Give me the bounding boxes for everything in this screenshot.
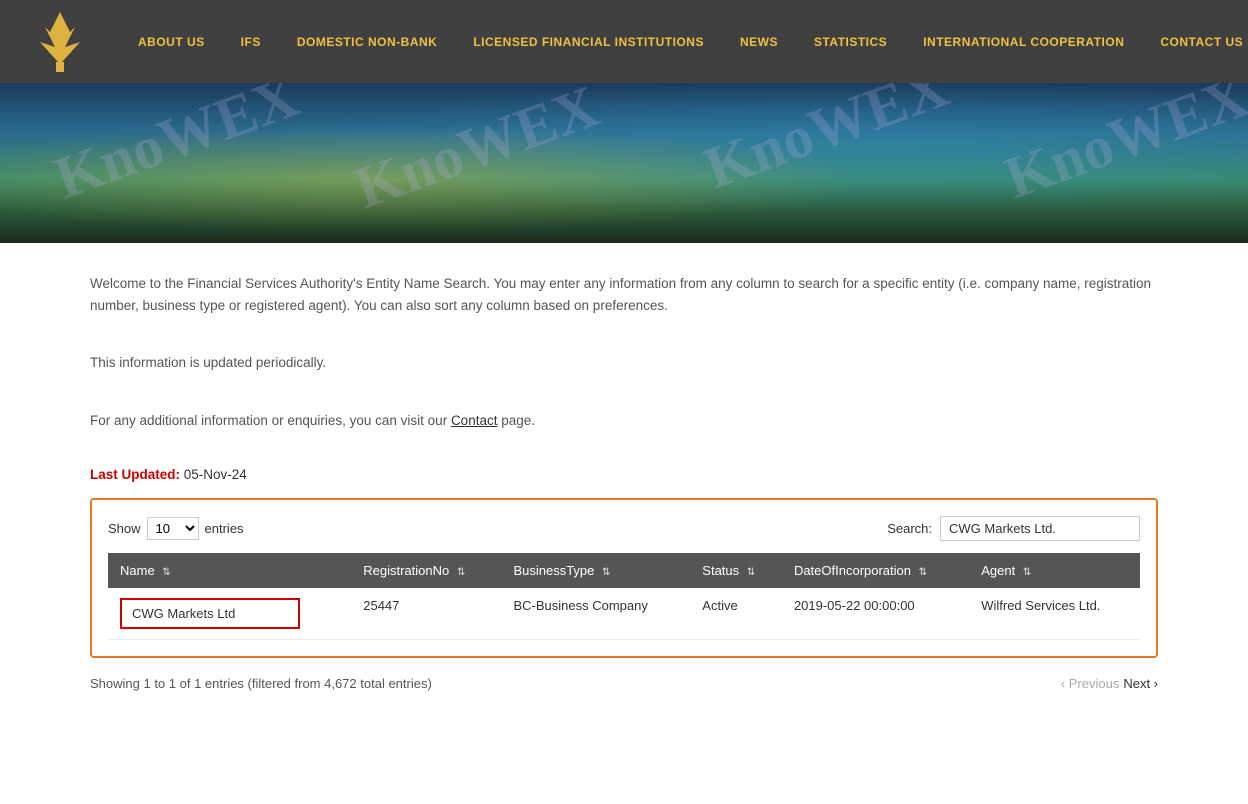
nav-item-ifs[interactable]: IFS xyxy=(223,0,279,83)
pagination-links: ‹ Previous Next › xyxy=(1061,676,1158,691)
site-logo[interactable] xyxy=(20,7,100,77)
col-header-agent[interactable]: Agent ⇅ xyxy=(969,553,1140,588)
sort-icon: ⇅ xyxy=(602,567,610,578)
previous-button[interactable]: ‹ Previous xyxy=(1061,676,1120,691)
cell-name: CWG Markets Ltd xyxy=(108,588,351,640)
sort-icon: ⇅ xyxy=(162,567,170,578)
nav-item-news[interactable]: NEWS xyxy=(722,0,796,83)
cell-agent: Wilfred Services Ltd. xyxy=(969,588,1140,640)
sort-icon: ⇅ xyxy=(747,567,755,578)
data-table-container: Show 102550100 entries Search: Name ⇅Reg… xyxy=(90,498,1158,658)
last-updated-label: Last Updated: xyxy=(90,467,180,482)
navbar: ABOUT USIFSDOMESTIC NON-BANKLICENSED FIN… xyxy=(0,0,1248,83)
nav-item-about-us[interactable]: ABOUT US xyxy=(120,0,223,83)
entries-label: entries xyxy=(205,521,244,536)
show-entries-control: Show 102550100 entries xyxy=(108,517,244,540)
cell-registration-no: 25447 xyxy=(351,588,501,640)
last-updated-row: Last Updated: 05-Nov-24 xyxy=(90,467,1158,482)
nav-item-intl-cooperation[interactable]: INTERNATIONAL COOPERATION xyxy=(905,0,1142,83)
pagination-row: Showing 1 to 1 of 1 entries (filtered fr… xyxy=(90,668,1158,691)
last-updated-date: 05-Nov-24 xyxy=(184,467,247,482)
nav-item-licensed-fi[interactable]: LICENSED FINANCIAL INSTITUTIONS xyxy=(455,0,722,83)
col-header-dateofincorporation[interactable]: DateOfIncorporation ⇅ xyxy=(782,553,969,588)
cell-business-type: BC-Business Company xyxy=(501,588,690,640)
show-label: Show xyxy=(108,521,141,536)
table-header: Name ⇅RegistrationNo ⇅BusinessType ⇅Stat… xyxy=(108,553,1140,588)
col-header-businesstype[interactable]: BusinessType ⇅ xyxy=(501,553,690,588)
nav-item-domestic-non-bank[interactable]: DOMESTIC NON-BANK xyxy=(279,0,456,83)
col-header-status[interactable]: Status ⇅ xyxy=(690,553,782,588)
entries-per-page-select[interactable]: 102550100 xyxy=(147,517,199,540)
col-header-registrationno[interactable]: RegistrationNo ⇅ xyxy=(351,553,501,588)
contact-link[interactable]: Contact xyxy=(451,413,498,428)
cell-date: 2019-05-22 00:00:00 xyxy=(782,588,969,640)
sort-icon: ⇅ xyxy=(457,567,465,578)
intro-p3-prefix: For any additional information or enquir… xyxy=(90,413,451,428)
search-input[interactable] xyxy=(940,516,1140,541)
sort-icon: ⇅ xyxy=(919,567,927,578)
cell-status: Active xyxy=(690,588,782,640)
table-body: CWG Markets Ltd 25447BC-Business CompanyA… xyxy=(108,588,1140,640)
intro-paragraph-3: For any additional information or enquir… xyxy=(90,410,1158,432)
pagination-info: Showing 1 to 1 of 1 entries (filtered fr… xyxy=(90,676,432,691)
table-controls: Show 102550100 entries Search: xyxy=(108,516,1140,541)
search-label: Search: xyxy=(887,521,932,536)
hero-overlay xyxy=(0,83,1248,243)
search-control: Search: xyxy=(887,516,1140,541)
hero-banner: KnoWEX KnoWEX KnoWEX KnoWEX xyxy=(0,83,1248,243)
intro-paragraph-1: Welcome to the Financial Services Author… xyxy=(90,273,1158,316)
nav-item-statistics[interactable]: STATISTICS xyxy=(796,0,905,83)
intro-paragraph-2: This information is updated periodically… xyxy=(90,352,1158,374)
results-table: Name ⇅RegistrationNo ⇅BusinessType ⇅Stat… xyxy=(108,553,1140,640)
main-content: Welcome to the Financial Services Author… xyxy=(0,243,1248,711)
sort-icon: ⇅ xyxy=(1023,567,1031,578)
next-button[interactable]: Next › xyxy=(1123,676,1158,691)
table-row: CWG Markets Ltd 25447BC-Business CompanyA… xyxy=(108,588,1140,640)
intro-p3-suffix: page. xyxy=(497,413,535,428)
col-header-name[interactable]: Name ⇅ xyxy=(108,553,351,588)
table-header-row: Name ⇅RegistrationNo ⇅BusinessType ⇅Stat… xyxy=(108,553,1140,588)
nav-links: ABOUT USIFSDOMESTIC NON-BANKLICENSED FIN… xyxy=(120,0,1248,83)
nav-item-contact-us[interactable]: CONTACT US xyxy=(1142,0,1248,83)
name-box: CWG Markets Ltd xyxy=(120,598,300,629)
